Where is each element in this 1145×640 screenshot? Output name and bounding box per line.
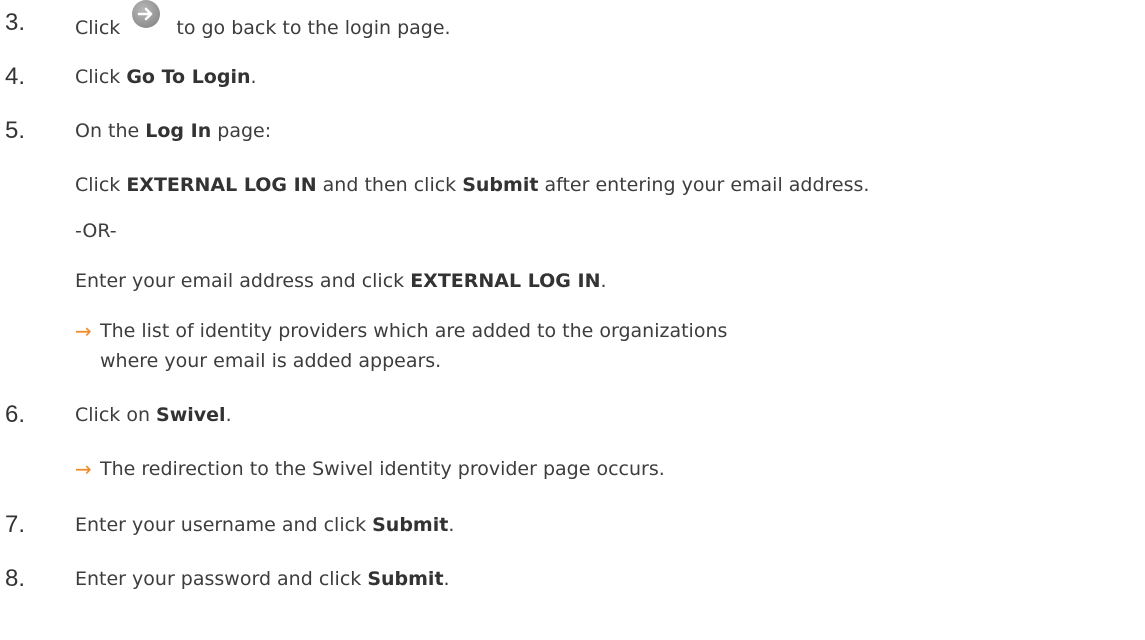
step-number: 4. [5,63,26,90]
arrow-right-circle-icon [130,0,162,40]
step-substep: Enter your email address and click EXTER… [75,270,607,292]
step-text: On the Log In page: [75,120,272,142]
ui-label: Log In [145,120,212,142]
step-number: 3. [5,9,26,36]
instruction-steps: 3. Click to go back to the login page. 4… [0,0,1145,640]
ui-label: Submit [372,514,449,536]
ui-label: Go To Login [126,66,251,88]
result-arrow-icon: → [75,457,92,481]
step-text: Click on Swivel. [75,404,232,426]
step-substep: Click EXTERNAL LOG IN and then click Sub… [75,174,870,196]
or-separator: -OR- [75,220,117,242]
ui-label: Swivel [156,404,226,426]
ui-label: Submit [367,568,444,590]
step-number: 7. [5,511,26,538]
step-number: 8. [5,565,26,592]
result-arrow-icon: → [75,319,92,343]
step-number: 5. [5,117,26,144]
step-text: Enter your password and click Submit. [75,568,450,590]
step-number: 6. [5,401,26,428]
step-text: Click Go To Login. [75,66,257,88]
step-text: Click to go back to the login page. [75,0,451,43]
ui-label: EXTERNAL LOG IN [126,174,317,196]
step-text: Enter your username and click Submit. [75,514,455,536]
ui-label: Submit [462,174,539,196]
ui-label: EXTERNAL LOG IN [410,270,601,292]
